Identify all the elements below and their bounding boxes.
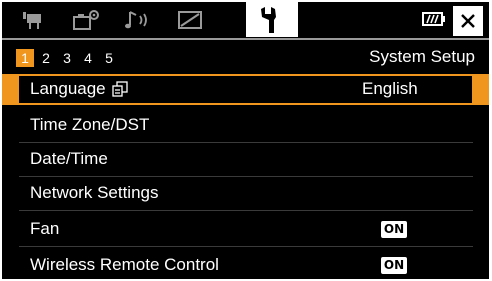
language-icon xyxy=(111,81,128,102)
row-divider xyxy=(19,246,473,247)
menu-item-label: Time Zone/DST xyxy=(30,115,150,134)
tab-camera-settings[interactable] xyxy=(60,2,112,37)
tab-audio[interactable] xyxy=(112,2,164,37)
tab-movie[interactable] xyxy=(8,2,60,37)
page-4[interactable]: 4 xyxy=(79,49,97,67)
tab-divider xyxy=(2,38,489,40)
page-2[interactable]: 2 xyxy=(37,49,55,67)
menu-item-wireless-remote-control[interactable]: Wireless Remote Control ON xyxy=(2,250,489,279)
movie-camera-icon xyxy=(23,11,41,29)
row-divider xyxy=(19,142,473,143)
wrench-icon xyxy=(261,6,276,33)
page-5[interactable]: 5 xyxy=(100,49,118,67)
camera-menu-screen: 1 2 3 4 5 System Setup Language English … xyxy=(2,2,489,279)
menu-item-value: English xyxy=(362,79,418,98)
row-divider xyxy=(19,176,473,177)
menu-item-time-zone[interactable]: Time Zone/DST xyxy=(2,110,489,141)
on-badge: ON xyxy=(381,257,407,274)
close-button[interactable] xyxy=(453,6,483,36)
menu-item-language[interactable]: Language English xyxy=(2,74,489,105)
menu-item-label: Date/Time xyxy=(30,149,108,168)
page-1[interactable]: 1 xyxy=(16,49,34,67)
on-badge: ON xyxy=(381,221,407,238)
section-title: System Setup xyxy=(369,47,475,66)
menu-item-label: Fan xyxy=(30,219,60,238)
menu-tab-bar xyxy=(2,2,489,39)
menu-item-date-time[interactable]: Date/Time xyxy=(2,144,489,175)
menu-item-network-settings[interactable]: Network Settings xyxy=(2,178,489,209)
page-3[interactable]: 3 xyxy=(58,49,76,67)
page-indicator-row: 1 2 3 4 5 System Setup xyxy=(2,42,489,72)
page-indicator: 1 2 3 4 5 xyxy=(16,49,121,67)
menu-item-fan[interactable]: Fan ON xyxy=(2,214,489,245)
tab-display[interactable] xyxy=(164,2,216,37)
menu-item-label: Network Settings xyxy=(30,183,159,202)
menu-item-label: Language xyxy=(30,79,128,102)
display-icon xyxy=(178,10,202,29)
audio-icon xyxy=(125,10,147,28)
row-divider xyxy=(19,210,473,211)
close-icon xyxy=(461,14,475,28)
tab-system-setup[interactable] xyxy=(246,2,298,37)
menu-item-label: Wireless Remote Control xyxy=(30,255,219,274)
camera-settings-icon xyxy=(73,9,99,30)
battery-icon xyxy=(422,10,446,33)
